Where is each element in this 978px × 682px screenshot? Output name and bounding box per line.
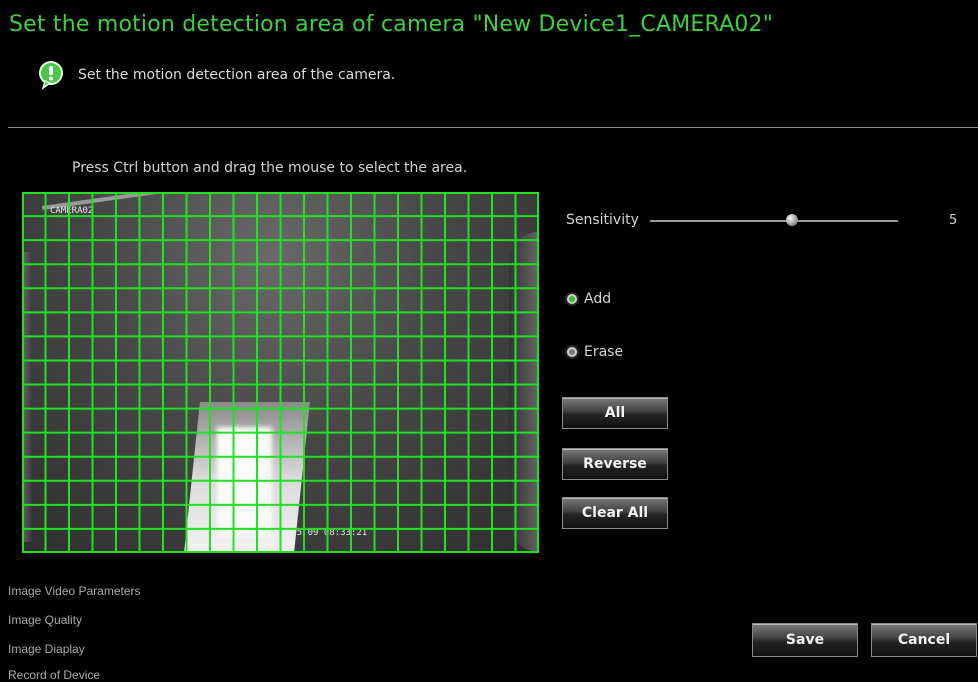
save-button[interactable]: Save bbox=[752, 623, 858, 657]
info-text: Set the motion detection area of the cam… bbox=[78, 67, 396, 83]
info-bubble-icon bbox=[36, 60, 66, 90]
sensitivity-label: Sensitivity bbox=[566, 212, 639, 228]
erase-radio-icon[interactable] bbox=[565, 345, 579, 359]
add-radio-option[interactable]: Add bbox=[565, 291, 611, 307]
instruction-text: Press Ctrl button and drag the mouse to … bbox=[72, 160, 468, 176]
sensitivity-value: 5 bbox=[949, 213, 958, 228]
motion-grid[interactable] bbox=[22, 192, 539, 553]
menu-item-image-display[interactable]: Image Diaplay bbox=[8, 642, 85, 656]
reverse-button[interactable]: Reverse bbox=[562, 448, 668, 480]
menu-item-record-of-device[interactable]: Record of Device bbox=[8, 668, 100, 682]
clear-all-button[interactable]: Clear All bbox=[562, 497, 668, 529]
page-title: Set the motion detection area of camera … bbox=[9, 12, 774, 37]
sensitivity-slider-thumb[interactable] bbox=[785, 214, 798, 226]
motion-detection-area[interactable]: CAMERA02 11 2017 05 09 08:33:21 bbox=[22, 192, 539, 553]
add-radio-label: Add bbox=[584, 291, 612, 307]
erase-radio-label: Erase bbox=[584, 344, 624, 360]
all-button[interactable]: All bbox=[562, 397, 668, 429]
info-banner: Set the motion detection area of the cam… bbox=[36, 60, 395, 90]
header-divider bbox=[8, 127, 978, 128]
menu-item-image-video-parameters[interactable]: Image Video Parameters bbox=[8, 584, 141, 598]
cancel-button[interactable]: Cancel bbox=[871, 623, 977, 657]
menu-item-image-quality[interactable]: Image Quality bbox=[8, 613, 82, 627]
add-radio-icon[interactable] bbox=[565, 292, 579, 306]
erase-radio-option[interactable]: Erase bbox=[565, 344, 623, 360]
sensitivity-slider-track[interactable] bbox=[650, 220, 898, 222]
